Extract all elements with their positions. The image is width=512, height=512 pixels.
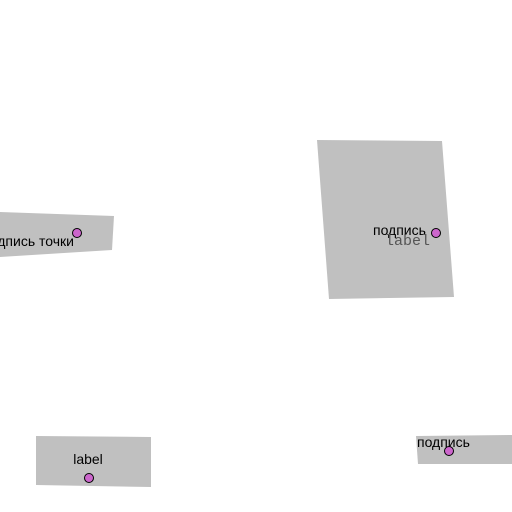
point-label: label xyxy=(73,451,103,467)
polygon-shape[interactable] xyxy=(317,140,454,299)
feature-group-2: подпись label xyxy=(317,140,454,299)
feature-group-1: подпись точки xyxy=(0,212,114,257)
point-marker[interactable] xyxy=(72,228,82,238)
feature-group-3: label xyxy=(36,436,151,487)
point-label: подпись xyxy=(417,434,470,450)
point-marker[interactable] xyxy=(84,473,94,483)
feature-group-4: подпись xyxy=(416,434,512,464)
canvas: подпись точки подпись label label подпис… xyxy=(0,140,512,487)
point-label-secondary: label xyxy=(385,233,430,250)
point-marker[interactable] xyxy=(444,446,454,456)
point-marker[interactable] xyxy=(431,228,441,238)
point-label: подпись точки xyxy=(0,233,74,249)
